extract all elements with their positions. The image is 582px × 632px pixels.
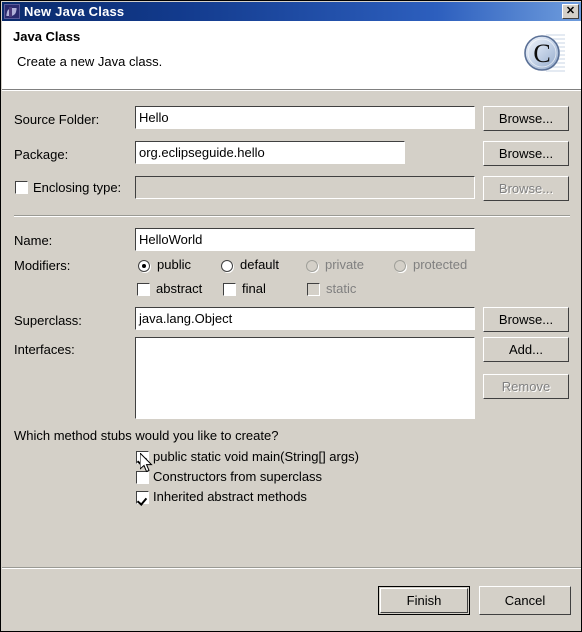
interfaces-remove-button: Remove [483, 374, 569, 399]
source-folder-label: Source Folder: [14, 112, 100, 127]
method-stub-checkbox-main[interactable] [136, 451, 149, 464]
method-stub-checkbox-inherited[interactable] [136, 491, 149, 504]
modifier-radio-protected [394, 260, 406, 272]
title-bar: New Java Class ✕ [2, 2, 581, 21]
modifier-radio-default[interactable] [221, 260, 233, 272]
window-title: New Java Class [24, 4, 125, 19]
enclosing-type-checkbox[interactable] [15, 181, 28, 194]
page-title: Java Class [13, 29, 81, 44]
wizard-header: Java Class Create a new Java class. C [2, 21, 581, 89]
new-java-class-dialog: New Java Class ✕ Java Class Create a new… [0, 0, 582, 632]
modifier-checkbox-static [307, 283, 320, 296]
modifier-radio-private [306, 260, 318, 272]
superclass-browse-button[interactable]: Browse... [483, 307, 569, 332]
package-label: Package: [14, 147, 69, 162]
superclass-label: Superclass: [14, 313, 82, 328]
method-stubs-question: Which method stubs would you like to cre… [14, 428, 279, 443]
enclosing-type-input [135, 176, 475, 199]
method-stub-label-main: public static void main(String[] args) [153, 449, 359, 464]
superclass-input[interactable]: java.lang.Object [135, 307, 475, 330]
modifier-checkbox-abstract[interactable] [137, 283, 150, 296]
close-icon[interactable]: ✕ [562, 4, 579, 19]
method-stub-label-constructors: Constructors from superclass [153, 469, 323, 484]
group-separator-1 [14, 215, 570, 217]
package-browse-button[interactable]: Browse... [483, 141, 569, 166]
method-stub-checkbox-constructors[interactable] [136, 471, 149, 484]
source-folder-input[interactable]: Hello [135, 106, 475, 129]
dialog-body: Source Folder: Hello Browse... Package: … [2, 91, 581, 631]
badge-letter: C [533, 39, 550, 68]
finish-button-label: Finish [380, 588, 468, 613]
source-folder-browse-button[interactable]: Browse... [483, 106, 569, 131]
modifier-label-public: public [157, 257, 191, 272]
modifier-radio-public[interactable] [138, 260, 150, 272]
eclipse-java-icon [4, 4, 20, 19]
modifier-label-final: final [242, 281, 266, 296]
package-input[interactable]: org.eclipseguide.hello [135, 141, 405, 164]
name-input[interactable]: HelloWorld [135, 228, 475, 251]
interfaces-label: Interfaces: [14, 342, 75, 357]
modifier-label-static: static [326, 281, 357, 296]
class-badge-icon: C [520, 30, 566, 76]
modifier-checkbox-final[interactable] [223, 283, 236, 296]
modifier-label-protected: protected [413, 257, 468, 272]
modifier-label-abstract: abstract [156, 281, 203, 296]
name-label: Name: [14, 233, 53, 248]
interfaces-listbox[interactable] [135, 337, 475, 419]
interfaces-add-button[interactable]: Add... [483, 337, 569, 362]
footer-separator [2, 567, 581, 569]
enclosing-type-label: Enclosing type: [33, 180, 122, 195]
modifier-label-private: private [325, 257, 365, 272]
cancel-button[interactable]: Cancel [479, 586, 571, 615]
modifiers-label: Modifiers: [14, 258, 71, 273]
finish-button[interactable]: Finish [378, 586, 470, 615]
method-stub-label-inherited: Inherited abstract methods [153, 489, 307, 504]
enclosing-type-browse-button: Browse... [483, 176, 569, 201]
page-description: Create a new Java class. [17, 54, 163, 69]
modifier-label-default: default [240, 257, 280, 272]
